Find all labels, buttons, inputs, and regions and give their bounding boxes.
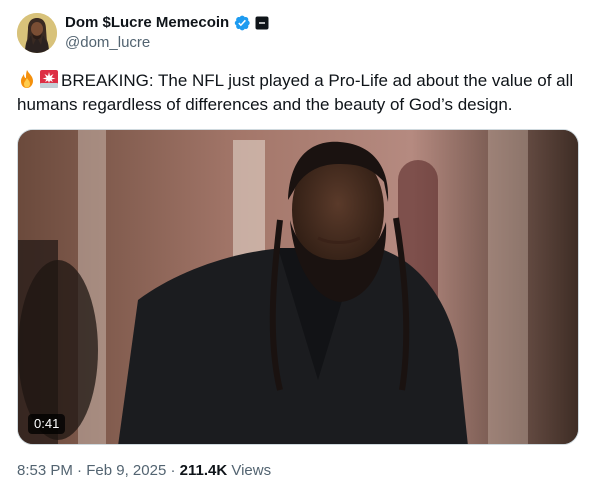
fire-emoji-icon bbox=[17, 69, 37, 89]
tweet-time[interactable]: 8:53 PM bbox=[17, 462, 73, 479]
tweet-header: Dom $Lucre Memecoin @dom_lucre bbox=[17, 13, 269, 53]
meta-separator: · bbox=[77, 462, 83, 479]
author-identity: Dom $Lucre Memecoin @dom_lucre bbox=[65, 13, 269, 53]
views-label: Views bbox=[231, 462, 272, 479]
name-row: Dom $Lucre Memecoin bbox=[65, 13, 269, 33]
tweet-card: Dom $Lucre Memecoin @dom_lucre BREAKING:… bbox=[0, 0, 611, 499]
video-thumbnail bbox=[18, 130, 578, 444]
avatar-image bbox=[17, 13, 57, 53]
video-duration-badge: 0:41 bbox=[28, 414, 66, 434]
author-handle[interactable]: @dom_lucre bbox=[65, 33, 269, 53]
tweet-body-text: BREAKING: The NFL just played a Pro-Life… bbox=[17, 71, 574, 114]
affiliate-badge-icon[interactable] bbox=[255, 16, 269, 30]
tweet-date[interactable]: Feb 9, 2025 bbox=[86, 462, 166, 479]
tweet-text: BREAKING: The NFL just played a Pro-Life… bbox=[17, 69, 592, 117]
police-light-emoji-icon bbox=[39, 69, 59, 89]
author-avatar[interactable] bbox=[17, 13, 57, 53]
verified-badge-icon[interactable] bbox=[233, 14, 251, 32]
author-display-name[interactable]: Dom $Lucre Memecoin bbox=[65, 13, 229, 33]
views-count[interactable]: 211.4K bbox=[180, 462, 228, 479]
meta-separator: · bbox=[170, 462, 176, 479]
video-player[interactable]: 0:41 bbox=[17, 129, 579, 445]
tweet-meta: 8:53 PM · Feb 9, 2025 · 211.4K Views bbox=[17, 461, 271, 481]
